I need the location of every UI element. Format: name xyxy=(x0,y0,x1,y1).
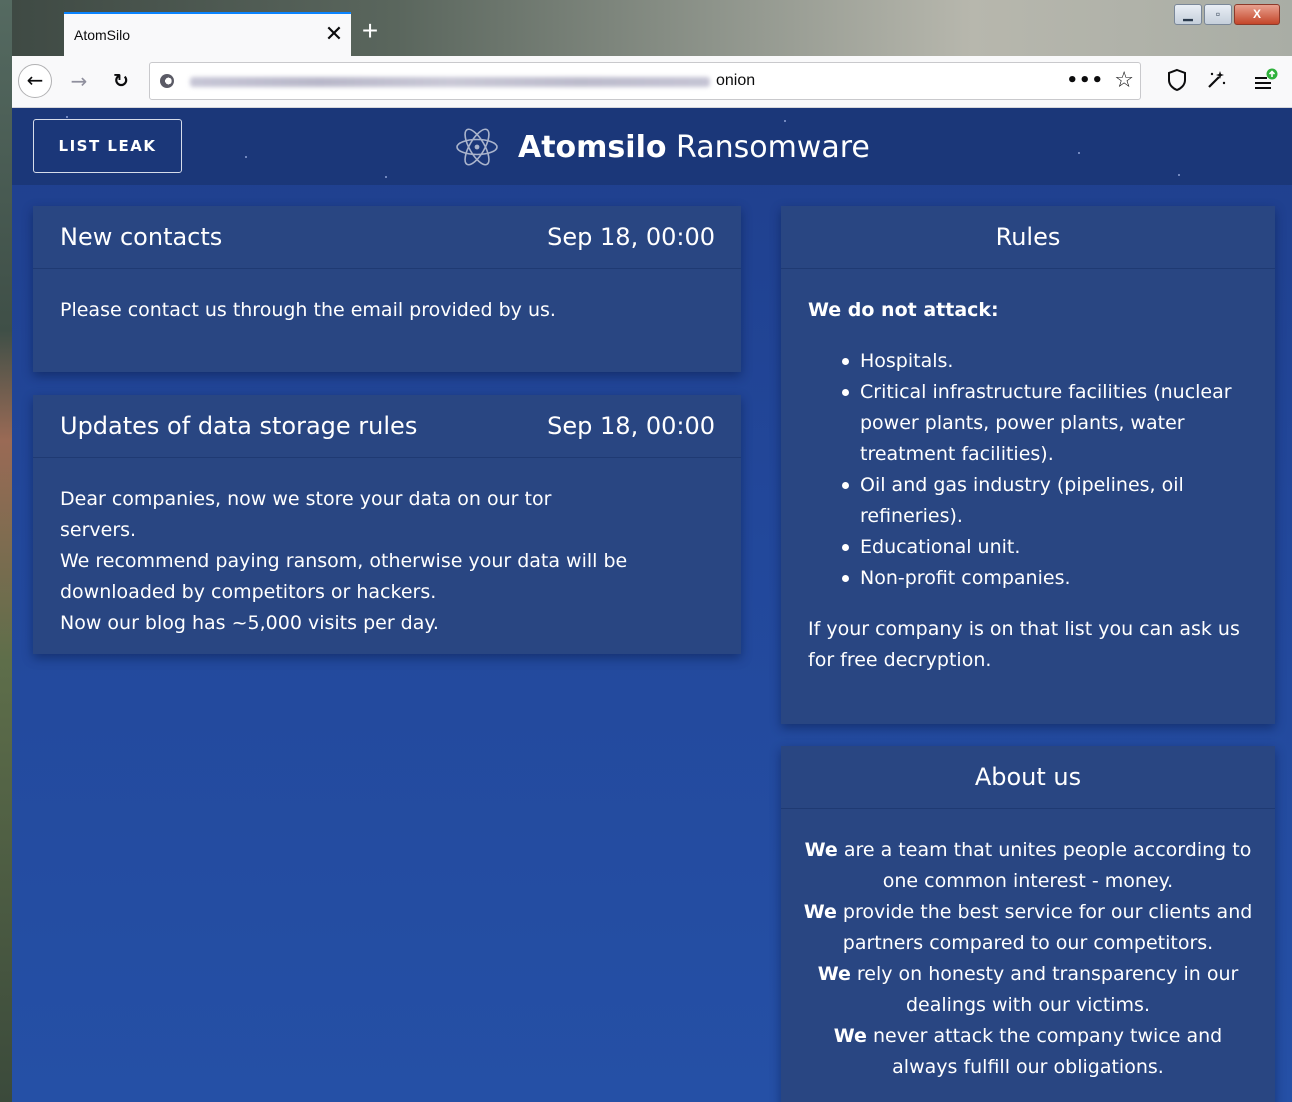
site-header: LIST LEAK Atomsilo Ransomware xyxy=(12,108,1292,185)
site-title-bold: Atomsilo xyxy=(518,129,667,165)
maximize-button[interactable]: ▫ xyxy=(1204,4,1232,25)
about-we: We xyxy=(803,901,837,923)
page-actions-icon[interactable]: ••• xyxy=(1066,70,1104,91)
about-paragraph: We provide the best service for our clie… xyxy=(801,897,1255,959)
atom-logo-icon xyxy=(456,128,498,166)
new-tab-button[interactable]: + xyxy=(357,17,383,45)
post-title: Updates of data storage rules xyxy=(60,412,418,440)
about-card: About us We are a team that unites peopl… xyxy=(781,746,1275,1102)
address-bar[interactable]: onion ••• ☆ xyxy=(149,62,1141,100)
page-content: LIST LEAK Atomsilo Ransomware New contac… xyxy=(12,108,1292,1102)
post-header: Updates of data storage rules Sep 18, 00… xyxy=(33,395,741,458)
post-line: Now our blog has ~5,000 visits per day. xyxy=(60,612,439,634)
rules-list: Hospitals. Critical infrastructure facil… xyxy=(808,346,1253,594)
browser-titlebar: AtomSilo ✕ + ▁ ▫ X xyxy=(12,0,1292,56)
post-line: Dear companies, now we store your data o… xyxy=(60,488,552,541)
rules-item: Hospitals. xyxy=(842,346,1253,377)
post-date: Sep 18, 00:00 xyxy=(547,223,715,251)
list-leak-button[interactable]: LIST LEAK xyxy=(33,119,182,173)
rules-item: Critical infrastructure facilities (nucl… xyxy=(842,377,1253,470)
shield-icon[interactable] xyxy=(1164,68,1190,94)
browser-toolbar: ← → ↻ onion ••• ☆ xyxy=(12,56,1292,108)
about-paragraph: We never attack the company twice and al… xyxy=(801,1021,1255,1083)
post-date: Sep 18, 00:00 xyxy=(547,412,715,440)
window-controls: ▁ ▫ X xyxy=(1174,4,1280,25)
about-we: We xyxy=(833,1025,867,1047)
desktop-background xyxy=(0,0,12,1102)
about-text: never attack the company twice and alway… xyxy=(866,1025,1223,1078)
rules-item: Oil and gas industry (pipelines, oil ref… xyxy=(842,470,1253,532)
site-title-rest: Ransomware xyxy=(666,129,870,165)
tab-title: AtomSilo xyxy=(74,27,131,43)
rules-card: Rules We do not attack: Hospitals. Criti… xyxy=(781,206,1275,724)
about-body: We are a team that unites people accordi… xyxy=(781,809,1275,1102)
post-body: Dear companies, now we store your data o… xyxy=(33,458,630,665)
about-header: About us xyxy=(781,746,1275,809)
post-card: New contacts Sep 18, 00:00 Please contac… xyxy=(33,206,741,372)
about-text: rely on honesty and transparency in our … xyxy=(850,963,1239,1016)
tab-close-icon[interactable]: ✕ xyxy=(323,23,345,45)
rules-item: Non-profit companies. xyxy=(842,563,1253,594)
about-text: are a team that unites people according … xyxy=(837,839,1252,892)
site-identity-icon[interactable] xyxy=(160,74,174,88)
reload-icon[interactable]: ↻ xyxy=(109,69,133,93)
site-title: Atomsilo Ransomware xyxy=(518,130,870,165)
header-star-dot xyxy=(1178,174,1180,176)
about-we: We xyxy=(804,839,838,861)
url-suffix: onion xyxy=(716,72,756,89)
header-star-dot xyxy=(245,156,247,158)
menu-update-icon[interactable] xyxy=(1252,68,1278,94)
about-title: About us xyxy=(974,763,1082,791)
about-we: We xyxy=(817,963,851,985)
browser-tab[interactable]: AtomSilo ✕ xyxy=(64,12,351,56)
post-body: Please contact us through the email prov… xyxy=(33,269,741,352)
site-brand: Atomsilo Ransomware xyxy=(454,122,870,172)
rules-intro: We do not attack: xyxy=(808,299,999,321)
header-star-dot xyxy=(1078,152,1080,154)
close-window-button[interactable]: X xyxy=(1234,4,1280,25)
header-star-dot xyxy=(66,116,68,118)
rules-title: Rules xyxy=(995,223,1061,251)
bookmark-star-icon[interactable]: ☆ xyxy=(1114,68,1134,93)
about-text: provide the best service for our clients… xyxy=(836,901,1253,954)
rules-footer: If your company is on that list you can … xyxy=(808,618,1240,671)
about-paragraph: We rely on honesty and transparency in o… xyxy=(801,959,1255,1021)
header-star-dot xyxy=(385,176,387,178)
rules-item: Educational unit. xyxy=(842,532,1253,563)
post-header: New contacts Sep 18, 00:00 xyxy=(33,206,741,269)
rules-header: Rules xyxy=(781,206,1275,269)
back-arrow-icon[interactable]: ← xyxy=(18,64,52,98)
rules-body: We do not attack: Hospitals. Critical in… xyxy=(781,269,1275,702)
url-blurred-host xyxy=(190,77,710,87)
post-title: New contacts xyxy=(60,223,223,251)
about-paragraph: We are a team that unites people accordi… xyxy=(801,835,1255,897)
post-card: Updates of data storage rules Sep 18, 00… xyxy=(33,395,741,654)
post-line: We recommend paying ransom, otherwise yo… xyxy=(60,550,628,603)
minimize-button[interactable]: ▁ xyxy=(1174,4,1202,25)
post-line: Please contact us through the email prov… xyxy=(60,299,556,321)
forward-arrow-icon[interactable]: → xyxy=(67,69,91,93)
extension-wand-icon[interactable] xyxy=(1203,68,1229,94)
